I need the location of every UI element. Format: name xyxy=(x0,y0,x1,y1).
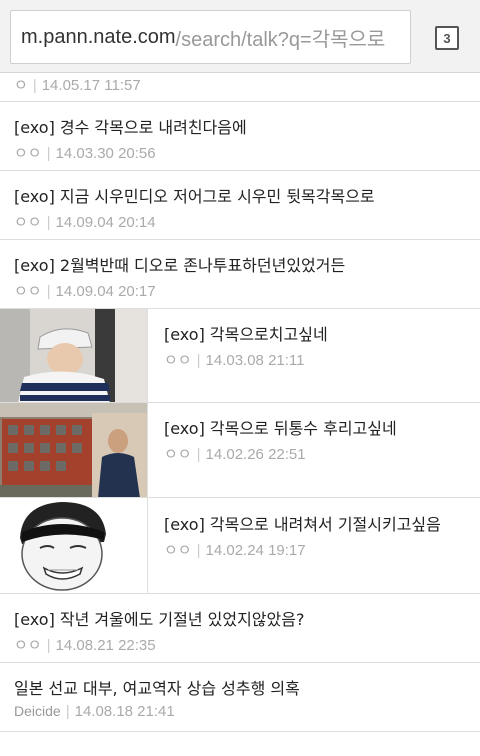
post-thumbnail[interactable] xyxy=(0,498,148,593)
list-item[interactable]: [exo] 각목으로 내려쳐서 기절시키고싶음 ㅇㅇ | 14.02.24 19:1… xyxy=(0,498,480,594)
list-item[interactable]: [exo] 각목으로치고싶네 ㅇㅇ | 14.03.08 21:11 xyxy=(0,309,480,403)
list-item[interactable]: [exo] 2월벽반때 디오로 존나투표하던년있었거든 ㅇㅇ | 14.09.04 … xyxy=(0,240,480,309)
post-meta: ㅇㅇ | 14.02.24 19:17 xyxy=(164,539,306,560)
post-time: 14.09.04 20:14 xyxy=(55,214,156,231)
list-item[interactable]: [exo] 지금 시우민디오 저어그로 시우민 뒷목각목으로 ㅇㅇ | 14.09.… xyxy=(0,171,480,240)
list-item[interactable]: ㅇ | 14.05.17 11:57 xyxy=(0,73,480,102)
post-time: 14.03.08 21:11 xyxy=(205,352,305,369)
browser-toolbar: m.pann.nate.com/search/talk?q=각목으로 3 xyxy=(0,0,480,73)
post-time: 14.09.04 20:17 xyxy=(55,283,156,300)
address-bar[interactable]: m.pann.nate.com/search/talk?q=각목으로 xyxy=(10,10,411,64)
post-time: 14.08.21 22:35 xyxy=(55,637,156,654)
thumbnail-photo xyxy=(0,309,147,402)
list-item[interactable]: [exo] 각목으로 뒤통수 후리고싶네 ㅇㅇ | 14.02.26 22:51 xyxy=(0,403,480,498)
post-meta: ㅇㅇ | 14.02.26 22:51 xyxy=(164,443,306,464)
post-title[interactable]: [exo] 작년 겨울에도 기절년 있었지않았음? xyxy=(14,606,304,630)
post-meta: ㅇㅇ | 14.08.21 22:35 xyxy=(14,634,156,655)
meta-separator: | xyxy=(196,352,201,369)
list-item[interactable]: [exo] 경수 각목으로 내려친다음에 ㅇㅇ | 14.03.30 20:56 xyxy=(0,102,480,171)
post-title[interactable]: 일본 선교 대부, 여교역자 상습 성추행 의혹 xyxy=(14,675,300,699)
thumbnail-photo xyxy=(0,498,147,593)
thumbnail-photo xyxy=(0,403,147,497)
post-author: ㅇㅇ xyxy=(14,145,42,162)
meta-separator: | xyxy=(46,145,51,162)
post-author: ㅇㅇ xyxy=(14,283,42,300)
post-time: 14.05.17 11:57 xyxy=(41,77,141,94)
post-title[interactable]: [exo] 각목으로 내려쳐서 기절시키고싶음 xyxy=(164,511,441,535)
post-meta: ㅇㅇ | 14.03.30 20:56 xyxy=(14,142,156,163)
post-meta: ㅇㅇ | 14.09.04 20:14 xyxy=(14,211,156,232)
tab-switcher-button[interactable]: 3 xyxy=(435,26,459,50)
meta-separator: | xyxy=(196,542,201,559)
post-author: ㅇ xyxy=(14,77,28,94)
post-time: 14.02.26 22:51 xyxy=(205,446,306,463)
post-thumbnail[interactable] xyxy=(0,309,148,402)
list-item[interactable]: 일본 선교 대부, 여교역자 상습 성추행 의혹 Deicide | 14.08.1… xyxy=(0,663,480,732)
post-title[interactable]: [exo] 경수 각목으로 내려친다음에 xyxy=(14,114,247,138)
meta-separator: | xyxy=(46,214,51,231)
post-thumbnail[interactable] xyxy=(0,403,148,497)
url-path: /search/talk?q=각목으로 xyxy=(175,28,386,51)
search-results-list: ㅇ | 14.05.17 11:57 [exo] 경수 각목으로 내려친다음에 ㅇㅇ… xyxy=(0,73,480,732)
post-meta: ㅇㅇ | 14.03.08 21:11 xyxy=(164,349,305,370)
post-meta: ㅇㅇ | 14.09.04 20:17 xyxy=(14,280,156,301)
post-meta: ㅇ | 14.05.17 11:57 xyxy=(14,74,141,95)
post-meta: Deicide | 14.08.18 21:41 xyxy=(14,703,175,720)
post-author: ㅇㅇ xyxy=(14,637,42,654)
meta-separator: | xyxy=(46,637,51,654)
url-host: m.pann.nate.com xyxy=(21,25,176,48)
post-author: ㅇㅇ xyxy=(164,446,192,463)
meta-separator: | xyxy=(196,446,201,463)
post-author: ㅇㅇ xyxy=(14,214,42,231)
post-title[interactable]: [exo] 각목으로치고싶네 xyxy=(164,321,328,345)
post-title[interactable]: [exo] 2월벽반때 디오로 존나투표하던년있었거든 xyxy=(14,252,345,276)
meta-separator: | xyxy=(46,283,51,300)
post-time: 14.02.24 19:17 xyxy=(205,542,306,559)
meta-separator: | xyxy=(65,703,70,720)
meta-separator: | xyxy=(32,77,37,94)
post-author: ㅇㅇ xyxy=(164,542,192,559)
post-title[interactable]: [exo] 지금 시우민디오 저어그로 시우민 뒷목각목으로 xyxy=(14,183,375,207)
list-item[interactable]: [exo] 작년 겨울에도 기절년 있었지않았음? ㅇㅇ | 14.08.21 22… xyxy=(0,594,480,663)
post-author: ㅇㅇ xyxy=(164,352,192,369)
post-title[interactable]: [exo] 각목으로 뒤통수 후리고싶네 xyxy=(164,415,397,439)
post-time: 14.08.18 21:41 xyxy=(74,703,175,720)
post-time: 14.03.30 20:56 xyxy=(55,145,156,162)
post-author: Deicide xyxy=(14,703,61,719)
